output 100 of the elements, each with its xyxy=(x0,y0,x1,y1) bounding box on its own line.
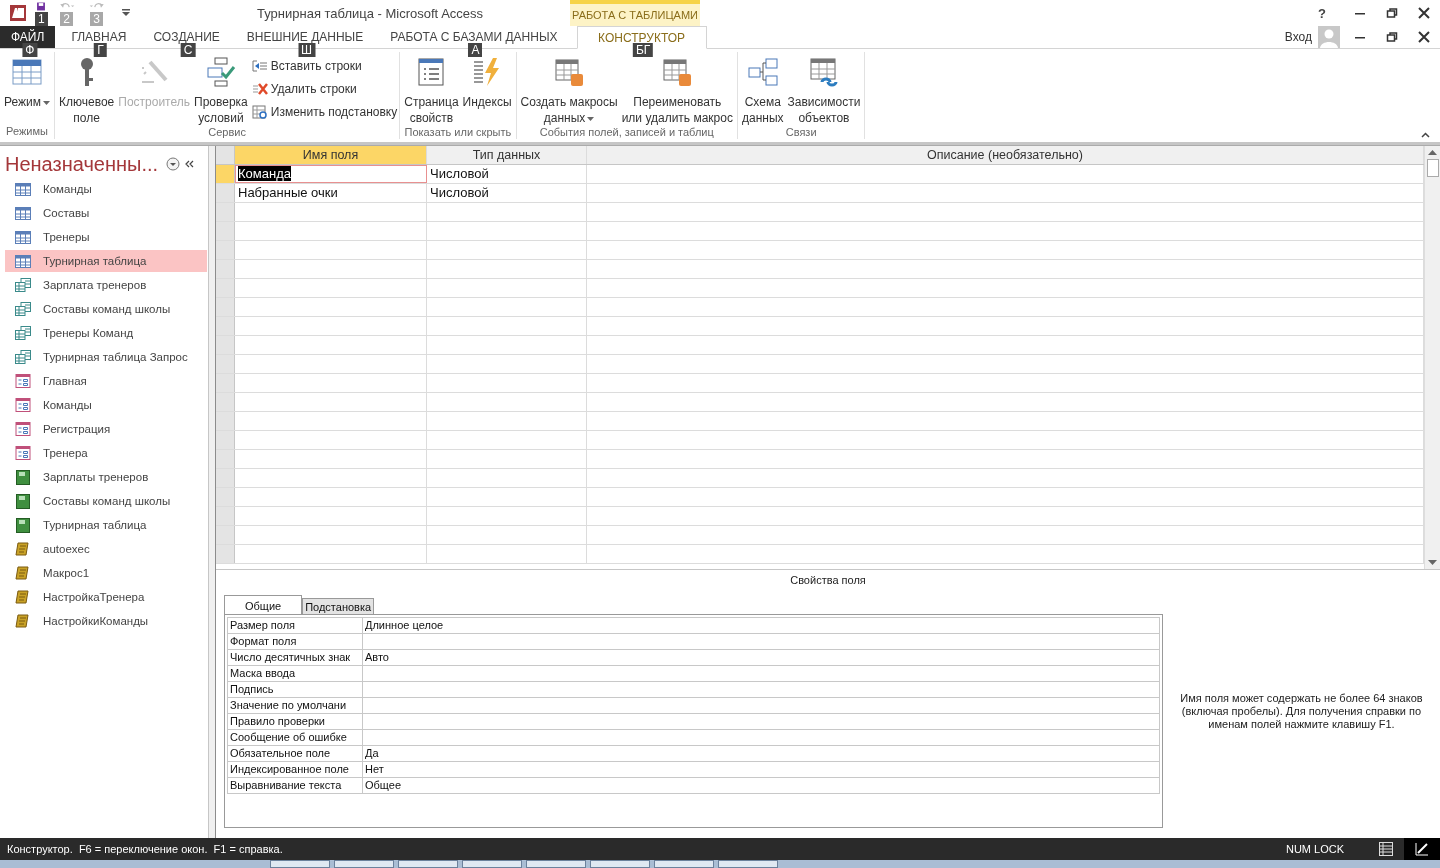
row-selector[interactable] xyxy=(216,203,235,221)
property-value[interactable]: Авто xyxy=(363,650,1159,665)
taskbar-button[interactable] xyxy=(334,860,394,868)
scroll-up-icon[interactable] xyxy=(1428,149,1437,155)
dropdown-icon[interactable] xyxy=(166,157,181,171)
pane-splitter[interactable] xyxy=(209,146,216,838)
nav-item[interactable]: Макрос1 xyxy=(5,562,207,584)
sign-in-link[interactable]: Вход xyxy=(1284,30,1312,44)
ribbon-button[interactable]: Проверка условий xyxy=(192,56,250,126)
nav-item[interactable]: Зарплаты тренеров xyxy=(5,466,207,488)
nav-item[interactable]: Составы xyxy=(5,202,207,224)
nav-item[interactable]: Турнирная таблица xyxy=(5,250,207,272)
ribbon-button[interactable]: Удалить строки xyxy=(251,79,398,99)
property-value[interactable]: Общее xyxy=(363,778,1159,793)
avatar-icon[interactable] xyxy=(1318,26,1340,48)
ribbon-button[interactable]: Создать макросы данных xyxy=(518,56,620,126)
row-selector[interactable] xyxy=(216,488,235,506)
row-selector[interactable] xyxy=(216,431,235,449)
nav-item[interactable]: Составы команд школы xyxy=(5,490,207,512)
scroll-down-icon[interactable] xyxy=(1428,560,1437,566)
nav-item[interactable]: Тренеры xyxy=(5,226,207,248)
ribbon-button[interactable]: Изменить подстановку xyxy=(251,102,398,122)
nav-item[interactable]: Команды xyxy=(5,178,207,200)
property-name: Правило проверки xyxy=(228,714,363,729)
nav-item[interactable]: Тренеры Команд xyxy=(5,322,207,344)
ribbon-button[interactable]: Зависимости объектов xyxy=(785,56,863,126)
taskbar-button[interactable] xyxy=(462,860,522,868)
ribbon-button[interactable]: Переименовать или удалить макрос xyxy=(619,56,735,126)
nav-item[interactable]: Зарплата тренеров xyxy=(5,274,207,296)
property-value[interactable]: Длинное целое xyxy=(363,618,1159,633)
customize-caret-icon[interactable] xyxy=(121,9,130,17)
row-selector[interactable] xyxy=(216,279,235,297)
nav-item[interactable]: Команды xyxy=(5,394,207,416)
row-selector[interactable] xyxy=(216,317,235,335)
ribbon-button[interactable]: Режим xyxy=(2,56,52,125)
taskbar-button[interactable] xyxy=(270,860,330,868)
row-selector[interactable] xyxy=(216,507,235,525)
row-selector[interactable] xyxy=(216,222,235,240)
table-cell[interactable]: Числовой xyxy=(427,165,587,183)
property-value[interactable]: Да xyxy=(363,746,1159,761)
ribbon-button[interactable]: Ключевое поле xyxy=(57,56,117,126)
nav-item[interactable]: Турнирная таблица Запрос xyxy=(5,346,207,368)
keytip: С xyxy=(180,43,196,57)
row-selector[interactable] xyxy=(216,545,235,563)
row-selector[interactable] xyxy=(216,241,235,259)
nav-item[interactable]: НастройкиКоманды xyxy=(5,610,207,632)
property-tab[interactable]: Подстановка xyxy=(302,598,375,614)
row-selector[interactable] xyxy=(216,412,235,430)
window-title: Турнирная таблица - Microsoft Access xyxy=(257,5,485,21)
row-selector[interactable] xyxy=(216,260,235,278)
nav-item[interactable]: Тренера xyxy=(5,442,207,464)
row-selector[interactable] xyxy=(216,298,235,316)
ribbon-button[interactable]: Вставить строки xyxy=(251,56,398,76)
ribbon-button[interactable]: Схема данных xyxy=(739,56,786,126)
access-logo-icon[interactable] xyxy=(9,4,27,22)
column-header[interactable]: Тип данных xyxy=(427,146,587,164)
taskbar-button[interactable] xyxy=(398,860,458,868)
ribbon-button[interactable]: Индексы xyxy=(460,56,514,126)
nav-item[interactable]: Главная xyxy=(5,370,207,392)
nav-item[interactable]: Регистрация xyxy=(5,418,207,440)
row-selector[interactable] xyxy=(216,469,235,487)
row-selector[interactable] xyxy=(216,450,235,468)
close-icon[interactable] xyxy=(1418,31,1430,43)
table-icon xyxy=(15,254,31,268)
table-cell[interactable]: Числовой xyxy=(427,184,587,202)
vertical-scrollbar[interactable] xyxy=(1424,146,1440,569)
nav-item[interactable]: НастройкаТренера xyxy=(5,586,207,608)
restore-icon[interactable] xyxy=(1386,7,1398,19)
help-button[interactable]: ? xyxy=(1318,5,1326,21)
select-all-corner[interactable] xyxy=(216,146,235,164)
row-selector[interactable] xyxy=(216,165,235,183)
taskbar-button[interactable] xyxy=(590,860,650,868)
row-selector[interactable] xyxy=(216,336,235,354)
table-cell[interactable]: Набранные очки xyxy=(235,184,427,202)
design-view-button[interactable] xyxy=(1404,838,1440,860)
close-icon[interactable] xyxy=(1418,7,1430,19)
row-selector[interactable] xyxy=(216,374,235,392)
row-selector[interactable] xyxy=(216,184,235,202)
nav-item[interactable]: Турнирная таблица xyxy=(5,514,207,536)
nav-item[interactable]: Составы команд школы xyxy=(5,298,207,320)
table-cell[interactable]: Команда xyxy=(235,165,427,183)
group-label: Сервис xyxy=(207,126,247,138)
restore-icon[interactable] xyxy=(1386,31,1398,43)
taskbar-button[interactable] xyxy=(718,860,778,868)
nav-item[interactable]: autoexec xyxy=(5,538,207,560)
taskbar-button[interactable] xyxy=(526,860,586,868)
collapse-pane-icon[interactable] xyxy=(184,160,195,168)
scroll-icon xyxy=(15,566,31,580)
save-icon[interactable] xyxy=(35,2,48,11)
ribbon-button[interactable]: Страница свойств xyxy=(402,56,461,126)
lookup-icon xyxy=(251,104,268,120)
column-header[interactable]: Имя поля xyxy=(235,146,427,164)
property-tab[interactable]: Общие xyxy=(224,595,303,615)
collapse-ribbon-icon[interactable] xyxy=(1421,132,1430,138)
property-value[interactable]: Нет xyxy=(363,762,1159,777)
scrollbar-thumb[interactable] xyxy=(1426,159,1439,177)
row-selector[interactable] xyxy=(216,526,235,544)
row-selector[interactable] xyxy=(216,393,235,411)
taskbar-button[interactable] xyxy=(654,860,714,868)
row-selector[interactable] xyxy=(216,355,235,373)
